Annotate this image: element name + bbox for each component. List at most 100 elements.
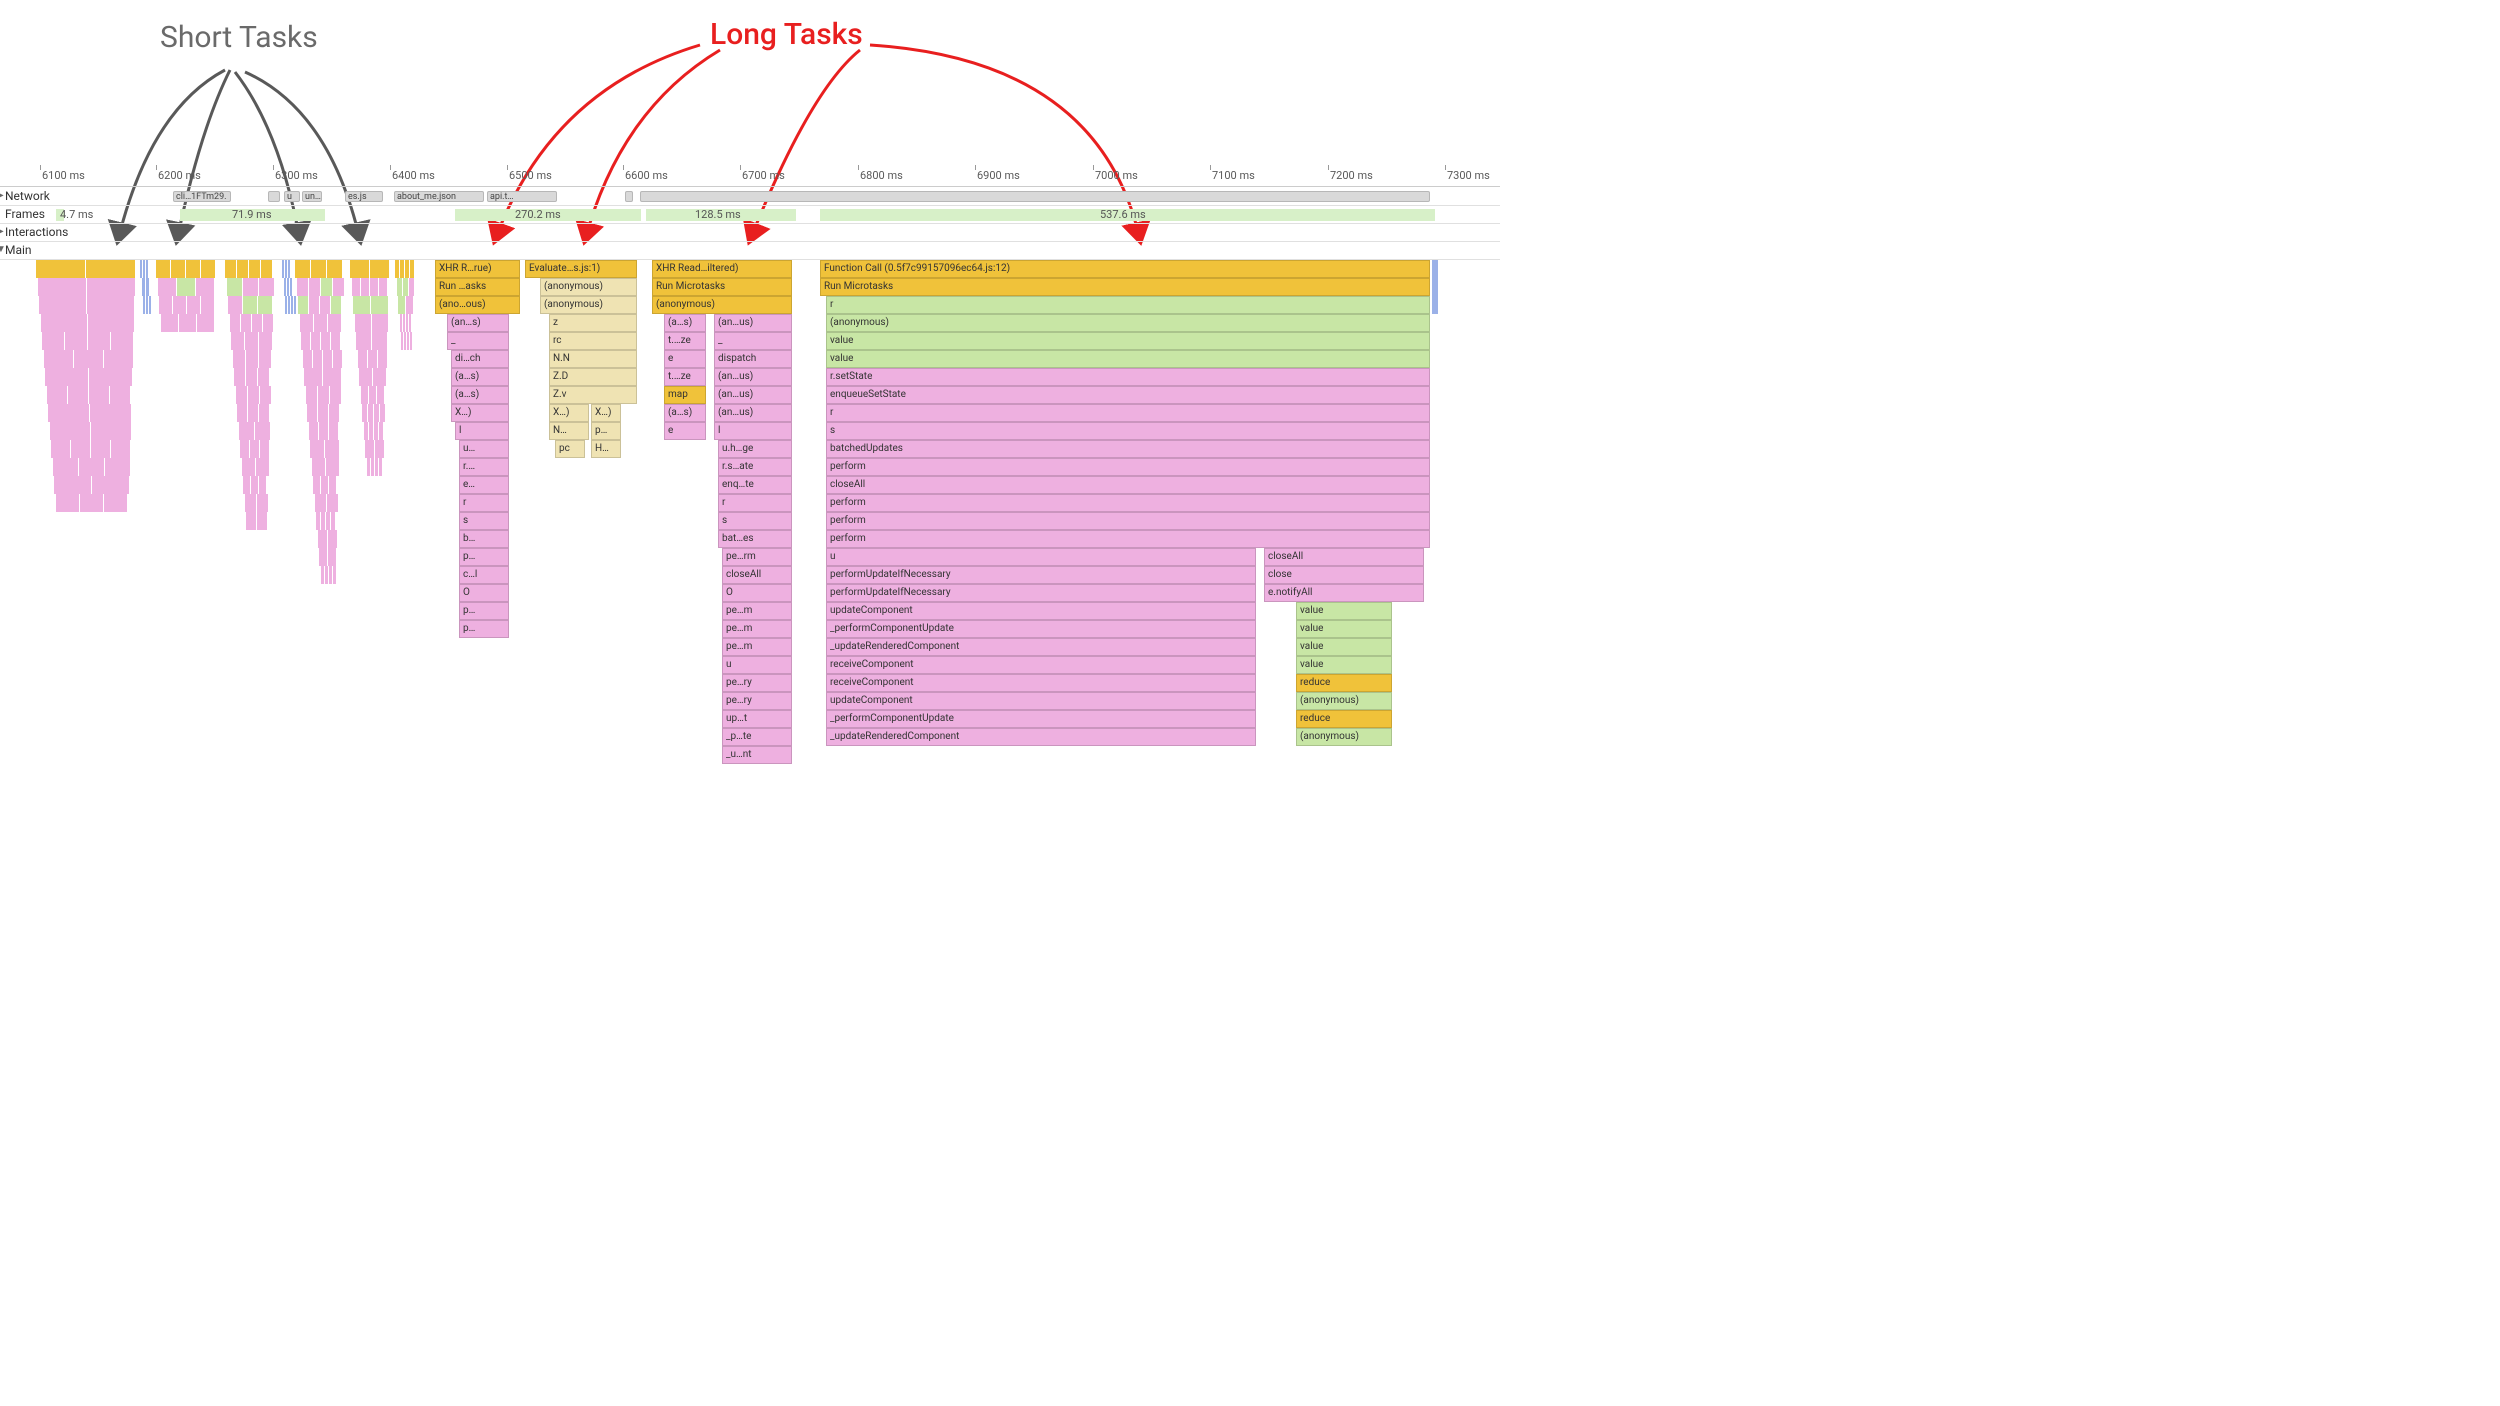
flame-frame[interactable]: (an…s) — [447, 314, 509, 332]
flame-frame[interactable]: bat…es — [718, 530, 792, 548]
flame-frame[interactable] — [177, 278, 195, 296]
flame-frame[interactable]: O — [459, 584, 509, 602]
flame-frame[interactable] — [353, 296, 370, 314]
flame-frame[interactable]: N… — [549, 422, 589, 440]
flame-frame[interactable]: pc — [555, 440, 585, 458]
flame-frame[interactable] — [325, 440, 339, 458]
flame-frame[interactable]: r — [826, 296, 1430, 314]
flame-frame[interactable] — [395, 260, 399, 278]
flame-frame[interactable]: r — [826, 404, 1430, 422]
flame-frame[interactable] — [405, 260, 409, 278]
flame-frame[interactable] — [320, 296, 330, 314]
flame-frame[interactable]: Run Microtasks — [652, 278, 792, 296]
flame-frame[interactable] — [288, 260, 290, 278]
flame-frame[interactable]: rc — [549, 332, 637, 350]
flame-frame[interactable] — [80, 494, 103, 512]
flame-frame[interactable] — [355, 314, 371, 332]
flame-frame[interactable]: (a…s) — [664, 404, 706, 422]
flame-frame[interactable] — [326, 458, 339, 476]
flame-frame[interactable]: enq…te — [718, 476, 792, 494]
flame-frame[interactable] — [104, 350, 133, 368]
flame-frame[interactable]: s — [718, 512, 792, 530]
flame-frame[interactable] — [171, 260, 185, 278]
flame-frame[interactable] — [287, 278, 289, 296]
flame-frame[interactable] — [140, 260, 142, 278]
flame-frame[interactable] — [369, 422, 373, 440]
flame-frame[interactable] — [300, 314, 313, 332]
flame-frame[interactable] — [318, 386, 329, 404]
flame-frame[interactable] — [410, 332, 412, 350]
flame-frame[interactable] — [201, 260, 215, 278]
flame-frame[interactable] — [327, 260, 342, 278]
flame-frame[interactable] — [259, 332, 272, 350]
flame-frame[interactable]: s — [459, 512, 509, 530]
flame-frame[interactable] — [156, 260, 170, 278]
flame-frame[interactable]: pe…rm — [722, 548, 792, 566]
flame-frame[interactable] — [312, 458, 325, 476]
flame-frame[interactable] — [159, 296, 172, 314]
flame-frame[interactable] — [310, 440, 324, 458]
flame-frame[interactable] — [243, 476, 250, 494]
flame-frame[interactable]: u — [722, 656, 792, 674]
interactions-track[interactable]: ▶ Interactions — [0, 224, 1500, 242]
flame-frame[interactable] — [379, 422, 383, 440]
flame-frame[interactable] — [79, 458, 104, 476]
chevron-right-icon[interactable]: ▶ — [0, 226, 4, 237]
flame-frame[interactable] — [243, 278, 258, 296]
flame-frame[interactable] — [410, 260, 414, 278]
flame-frame[interactable]: XHR Read…iltered) — [652, 260, 792, 278]
flame-frame[interactable] — [407, 332, 409, 350]
flame-frame[interactable] — [186, 260, 200, 278]
flame-frame[interactable] — [74, 350, 103, 368]
flame-frame[interactable]: s — [826, 422, 1430, 440]
flame-frame[interactable]: di…ch — [451, 350, 509, 368]
flame-frame[interactable]: _updateRenderedComponent — [826, 728, 1256, 746]
flame-frame[interactable]: z — [549, 314, 637, 332]
flame-frame[interactable] — [403, 314, 405, 332]
flame-frame[interactable] — [231, 332, 244, 350]
flame-frame[interactable] — [187, 296, 200, 314]
flame-frame[interactable]: value — [1296, 656, 1392, 674]
flame-frame[interactable] — [158, 278, 176, 296]
flame-frame[interactable]: u — [826, 548, 1256, 566]
flame-frame[interactable]: _u…nt — [722, 746, 792, 764]
flame-frame[interactable]: (an…us) — [714, 314, 792, 332]
flame-frame[interactable] — [329, 404, 339, 422]
flame-frame[interactable]: up…t — [722, 710, 792, 728]
flame-frame[interactable]: performUpdateIfNecessary — [826, 584, 1256, 602]
flame-frame[interactable] — [331, 296, 341, 314]
flame-frame[interactable] — [333, 278, 344, 296]
flame-frame[interactable]: pe…ry — [722, 692, 792, 710]
flame-frame[interactable]: Z.D — [549, 368, 637, 386]
flame-frame[interactable] — [41, 314, 87, 332]
flame-frame[interactable] — [406, 314, 408, 332]
flame-frame[interactable]: reduce — [1296, 674, 1392, 692]
flame-frame[interactable] — [89, 368, 132, 386]
flame-frame[interactable]: (anonymous) — [826, 314, 1430, 332]
flame-frame[interactable]: Run …asks — [435, 278, 520, 296]
flame-frame[interactable] — [290, 278, 292, 296]
flame-frame[interactable] — [88, 332, 110, 350]
flame-frame[interactable]: N.N — [549, 350, 637, 368]
flame-frame[interactable] — [250, 440, 259, 458]
flame-frame[interactable] — [304, 368, 322, 386]
flame-frame[interactable] — [146, 278, 149, 296]
flame-frame[interactable] — [371, 458, 374, 476]
network-request[interactable]: un… — [302, 191, 322, 202]
flame-frame[interactable] — [1432, 278, 1438, 296]
flame-frame[interactable] — [111, 440, 130, 458]
flame-frame[interactable] — [282, 260, 284, 278]
flame-frame[interactable] — [368, 404, 373, 422]
flame-frame[interactable] — [400, 314, 402, 332]
flame-frame[interactable]: (a…s) — [451, 386, 509, 404]
flame-frame[interactable] — [259, 350, 271, 368]
flame-frame[interactable] — [377, 386, 384, 404]
flame-frame[interactable] — [65, 332, 87, 350]
flame-frame[interactable] — [374, 404, 379, 422]
flame-frame[interactable]: (anonymous) — [540, 296, 637, 314]
flame-frame[interactable] — [68, 386, 88, 404]
flame-frame[interactable]: Evaluate…s.js:1) — [525, 260, 637, 278]
flame-frame[interactable] — [378, 350, 387, 368]
flame-frame[interactable] — [36, 260, 85, 278]
flame-frame[interactable] — [245, 494, 256, 512]
